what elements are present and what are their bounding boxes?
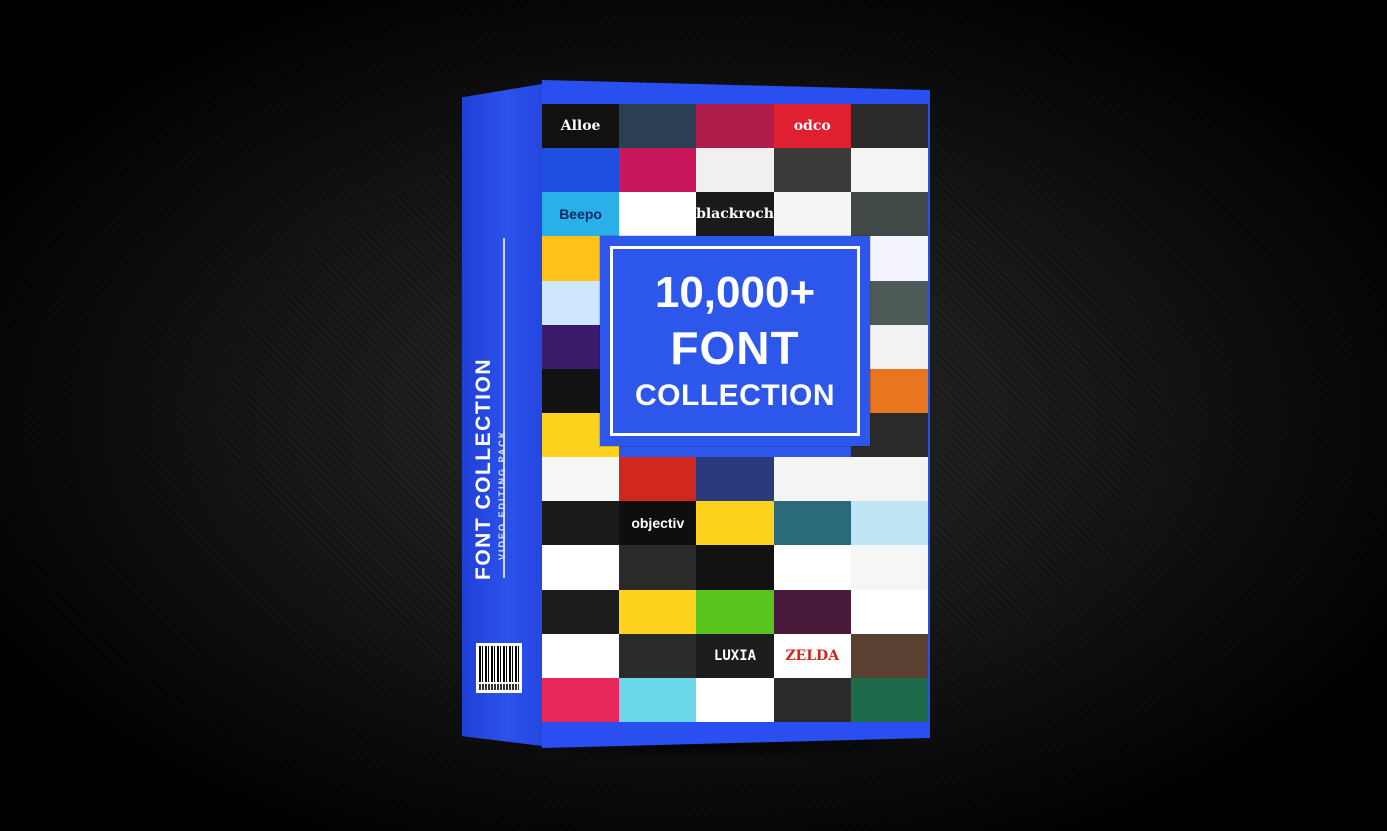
font-preview-tile	[850, 104, 928, 149]
headline-collection: COLLECTION	[635, 379, 835, 412]
font-preview-tile	[619, 633, 697, 678]
font-preview-tile	[773, 501, 851, 546]
font-preview-tile	[696, 501, 774, 546]
font-preview-tile	[619, 589, 697, 634]
barcode-number	[479, 684, 519, 690]
font-preview-tile	[542, 545, 620, 590]
font-preview-tile	[850, 501, 928, 546]
font-preview-tile: objectiv	[619, 501, 697, 546]
scene-background: FONT COLLECTION VIDEO EDITING PACK Alloe…	[0, 0, 1387, 831]
font-preview-tile	[542, 633, 620, 678]
font-preview-tile: blackroch	[696, 192, 774, 237]
barcode-bars	[479, 646, 519, 682]
headline-count: 10,000+	[654, 268, 816, 317]
font-preview-tile	[542, 457, 620, 502]
font-preview-tile: Beepo	[542, 192, 620, 237]
font-preview-tile	[696, 457, 774, 502]
headline-frame: 10,000+ FONT COLLECTION	[610, 246, 860, 436]
font-preview-tile	[619, 677, 697, 722]
font-preview-tile	[619, 148, 697, 193]
font-preview-tile: Alloe	[542, 104, 620, 149]
font-preview-tile	[850, 148, 928, 193]
font-preview-tile	[773, 589, 851, 634]
font-preview-tile	[773, 192, 851, 237]
font-preview-tile	[850, 589, 928, 634]
font-preview-tile	[850, 633, 928, 678]
font-preview-tile	[773, 545, 851, 590]
font-preview-tile	[773, 457, 851, 502]
font-preview-tile	[850, 677, 928, 722]
font-preview-tile	[696, 545, 774, 590]
font-preview-tile: odco	[773, 104, 851, 149]
font-preview-tile	[696, 677, 774, 722]
font-preview-tile	[542, 501, 620, 546]
font-preview-tile: LUXIA	[696, 633, 774, 678]
font-preview-tile	[696, 148, 774, 193]
font-preview-tile	[850, 545, 928, 590]
font-preview-tile	[542, 677, 620, 722]
font-preview-tile	[696, 104, 774, 149]
font-preview-tile	[619, 457, 697, 502]
font-preview-tile	[542, 589, 620, 634]
font-preview-tile	[619, 104, 697, 149]
spine-title: FONT COLLECTION	[472, 358, 495, 580]
spine-subtitle: VIDEO EDITING PACK	[497, 429, 507, 560]
font-preview-tile: ZELDA	[773, 633, 851, 678]
headline-font: FONT	[670, 322, 800, 374]
font-preview-tile	[619, 545, 697, 590]
barcode	[476, 643, 522, 693]
font-preview-tile	[773, 148, 851, 193]
headline-card: 10,000+ FONT COLLECTION	[600, 236, 870, 446]
font-preview-tile	[850, 457, 928, 502]
font-preview-tile	[542, 148, 620, 193]
font-preview-tile	[773, 677, 851, 722]
font-preview-tile	[696, 589, 774, 634]
font-preview-tile	[850, 192, 928, 237]
font-preview-tile	[619, 192, 697, 237]
